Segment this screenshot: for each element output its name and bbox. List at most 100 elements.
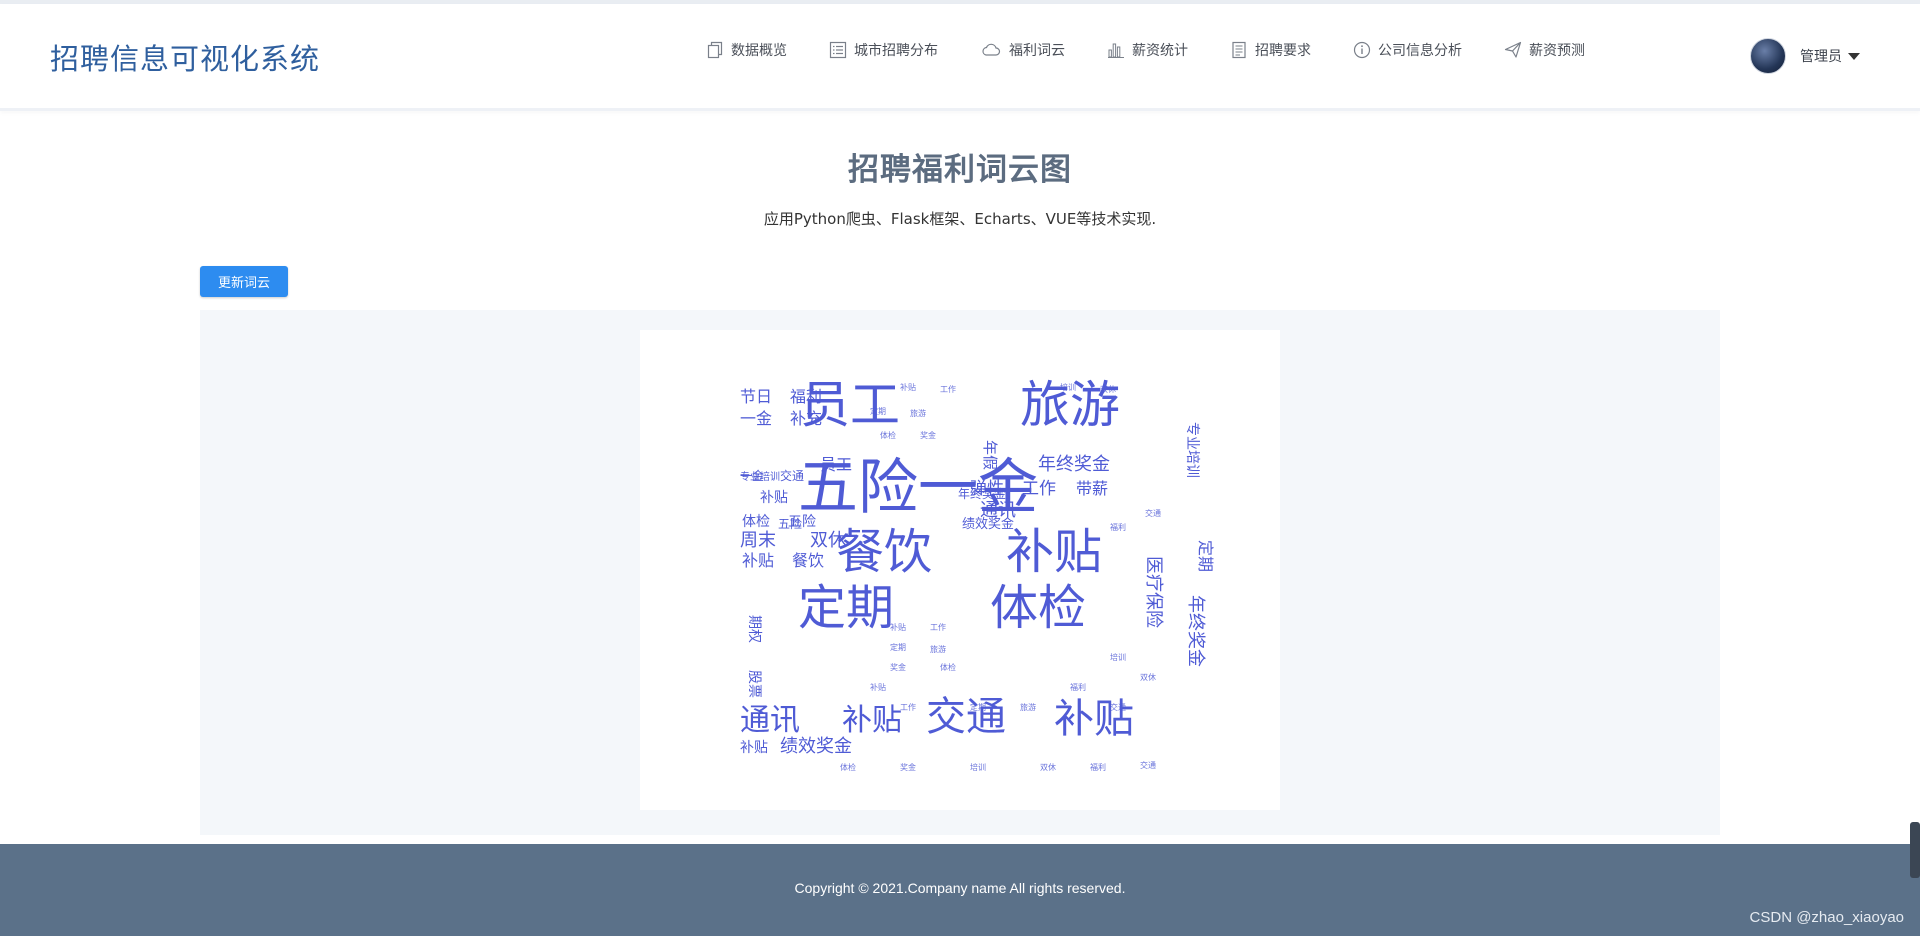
wordcloud-filler-word: 旅游 <box>930 644 946 654</box>
wordcloud-word: 补贴 <box>1006 524 1102 580</box>
wordcloud-filler-word: 定期 <box>890 642 906 652</box>
wordcloud-filler-word: 旅游 <box>1020 702 1036 712</box>
wordcloud-word: 补贴 <box>742 551 774 570</box>
wordcloud-filler-word: 体检 <box>880 430 896 440</box>
wordcloud-filler-word: 工作 <box>930 622 946 632</box>
wordcloud-word: 专业培训 <box>740 470 780 483</box>
nav-label: 公司信息分析 <box>1378 43 1462 59</box>
wordcloud-filler-word: 旅游 <box>910 408 926 418</box>
nav-item-requirements[interactable]: 招聘要求 <box>1230 40 1311 60</box>
wordcloud-word: 带薪 <box>1076 479 1108 498</box>
wordcloud-word: 餐饮 <box>836 524 932 580</box>
wordcloud-filler-word: 双休 <box>1140 672 1156 682</box>
wordcloud-image: 五险一金员工 旅游餐饮 补贴定期 体检交通 补贴通讯 补贴绩效奖金年终奖金弹性 工作 带薪年假… <box>740 376 1215 772</box>
scrollbar[interactable] <box>1910 822 1920 878</box>
wordcloud-word: 定期 <box>798 580 894 636</box>
wordcloud-filler-word: 补贴 <box>870 682 886 692</box>
wordcloud-filler-word: 奖金 <box>920 430 936 440</box>
wordcloud-word: 定期 <box>1196 540 1215 572</box>
document-icon <box>1232 41 1246 59</box>
cloud-icon <box>982 43 1001 56</box>
wordcloud-filler-word: 交通 <box>1140 760 1156 770</box>
caret-down-icon <box>1848 52 1860 60</box>
nav-item-welfare-cloud[interactable]: 福利词云 <box>980 40 1065 60</box>
wordcloud-word: 通讯 <box>740 703 800 738</box>
nav-item-salary-prediction[interactable]: 薪资预测 <box>1504 40 1585 60</box>
avatar[interactable] <box>1750 38 1786 74</box>
wordcloud-word: 期权 <box>746 615 762 643</box>
wordcloud-word: 餐饮 <box>792 551 824 570</box>
wordcloud-word: 体检 <box>990 580 1086 636</box>
nav-item-overview[interactable]: 数据概览 <box>706 40 787 60</box>
wordcloud-filler-word: 培训 <box>1110 652 1126 662</box>
wordcloud-word: 福利 <box>790 387 822 406</box>
wordcloud-filler-word: 体检 <box>940 662 956 672</box>
wordcloud-filler-word: 交通 <box>1110 702 1126 712</box>
wordcloud-filler-word: 福利 <box>1110 522 1126 532</box>
nav-label: 招聘要求 <box>1255 43 1311 59</box>
copy-icon <box>707 41 723 59</box>
wordcloud-word: 补贴 <box>760 490 788 506</box>
wordcloud-filler-word: 定期 <box>970 702 986 712</box>
wordcloud-filler-word: 培训 <box>970 762 986 772</box>
nav-label: 数据概览 <box>731 43 787 59</box>
nav-item-city-distribution[interactable]: 城市招聘分布 <box>829 40 938 60</box>
user-name: 管理员 <box>1800 49 1842 65</box>
wordcloud-word: 补贴 <box>740 740 768 756</box>
wordcloud-filler-word: 工作 <box>900 702 916 712</box>
wordcloud-word: 绩效奖金 <box>962 516 1014 532</box>
footer: Copyright © 2021.Company name All rights… <box>0 844 1920 936</box>
wordcloud-word: 专业培训 <box>1184 422 1200 478</box>
wordcloud-word: 双休 <box>810 530 846 551</box>
wordcloud-word: 年终奖金 <box>1185 595 1206 667</box>
wordcloud-filler-word: 体检 <box>840 762 856 772</box>
wordcloud-word: 补贴 <box>842 703 902 738</box>
wordcloud-word: 股票 <box>746 670 762 698</box>
app-title[interactable]: 招聘信息可视化系统 <box>50 36 320 78</box>
bar-chart-icon <box>1108 43 1124 58</box>
wordcloud-card: 五险一金 员工 旅游 餐饮 补贴 定期 体检 交通 补贴 通讯 补贴 绩效奖金 年终奖金 弹性 工作 带薪 年假… <box>640 330 1280 810</box>
wordcloud-filler-word: 双休 <box>1040 762 1056 772</box>
wordcloud-filler-word: 奖金 <box>890 662 906 672</box>
wordcloud-filler-word: 定期 <box>870 406 886 416</box>
nav-item-salary-stats[interactable]: 薪资统计 <box>1107 40 1188 60</box>
wordcloud-word: 年假 <box>981 440 999 470</box>
wordcloud-word: 补充 <box>790 409 822 428</box>
nav-label: 城市招聘分布 <box>854 43 938 59</box>
page-title: 招聘福利词云图 <box>848 152 1072 188</box>
refresh-wordcloud-button[interactable]: 更新词云 <box>200 266 288 297</box>
nav-item-company-analysis[interactable]: 公司信息分析 <box>1353 40 1462 60</box>
nav-label: 薪资统计 <box>1132 43 1188 59</box>
wordcloud-word: 年终奖金 <box>1038 454 1110 475</box>
wordcloud-filler-word: 交通 <box>1145 508 1161 518</box>
user-menu[interactable]: 管理员 <box>1750 38 1860 74</box>
wordcloud-word: 节日 <box>740 387 772 406</box>
wordcloud-word: 绩效奖金 <box>780 736 852 757</box>
wordcloud-word: 体检 <box>742 514 770 530</box>
nav-label: 薪资预测 <box>1529 43 1585 59</box>
wordcloud-filler-word: 补贴 <box>900 382 916 392</box>
wordcloud-word: 医疗保险 <box>1143 556 1164 628</box>
wordcloud-word: 一金 <box>740 409 772 428</box>
wordcloud-panel: 五险一金 员工 旅游 餐饮 补贴 定期 体检 交通 补贴 通讯 补贴 绩效奖金 年终奖金 弹性 工作 带薪 年假… <box>200 310 1720 835</box>
wordcloud-filler-word: 福利 <box>1070 682 1086 692</box>
watermark: CSDN @zhao_xiaoyao <box>1749 909 1904 926</box>
wordcloud-filler-word: 双休 <box>1100 384 1116 394</box>
wordcloud-word: 员工 <box>820 455 852 474</box>
wordcloud-word: 交通 <box>780 468 804 483</box>
wordcloud-word: 工作 <box>1022 479 1056 499</box>
wordcloud-word: 周末 <box>740 530 776 551</box>
wordcloud-filler-word: 福利 <box>1090 762 1106 772</box>
wordcloud-word: 年终奖金 <box>958 486 1006 501</box>
top-navbar: 招聘信息可视化系统 数据概览 城市招聘分布 福利词云 薪资统计 招聘要求 公司信… <box>0 4 1920 111</box>
paper-plane-icon <box>1504 41 1522 58</box>
wordcloud-filler-word: 工作 <box>940 384 956 394</box>
wordcloud-filler-word: 奖金 <box>900 762 916 772</box>
page-subtitle: 应用Python爬虫、Flask框架、Echarts、VUE等技术实现. <box>763 210 1157 228</box>
wordcloud-filler-word: 培训 <box>1060 382 1076 392</box>
copyright-text: Copyright © 2021.Company name All rights… <box>794 880 1126 896</box>
nav-label: 福利词云 <box>1009 43 1065 59</box>
info-icon <box>1353 41 1371 59</box>
main-nav: 数据概览 城市招聘分布 福利词云 薪资统计 招聘要求 公司信息分析 薪资预测 <box>706 40 1627 60</box>
wordcloud-word: 五险 <box>778 516 802 531</box>
